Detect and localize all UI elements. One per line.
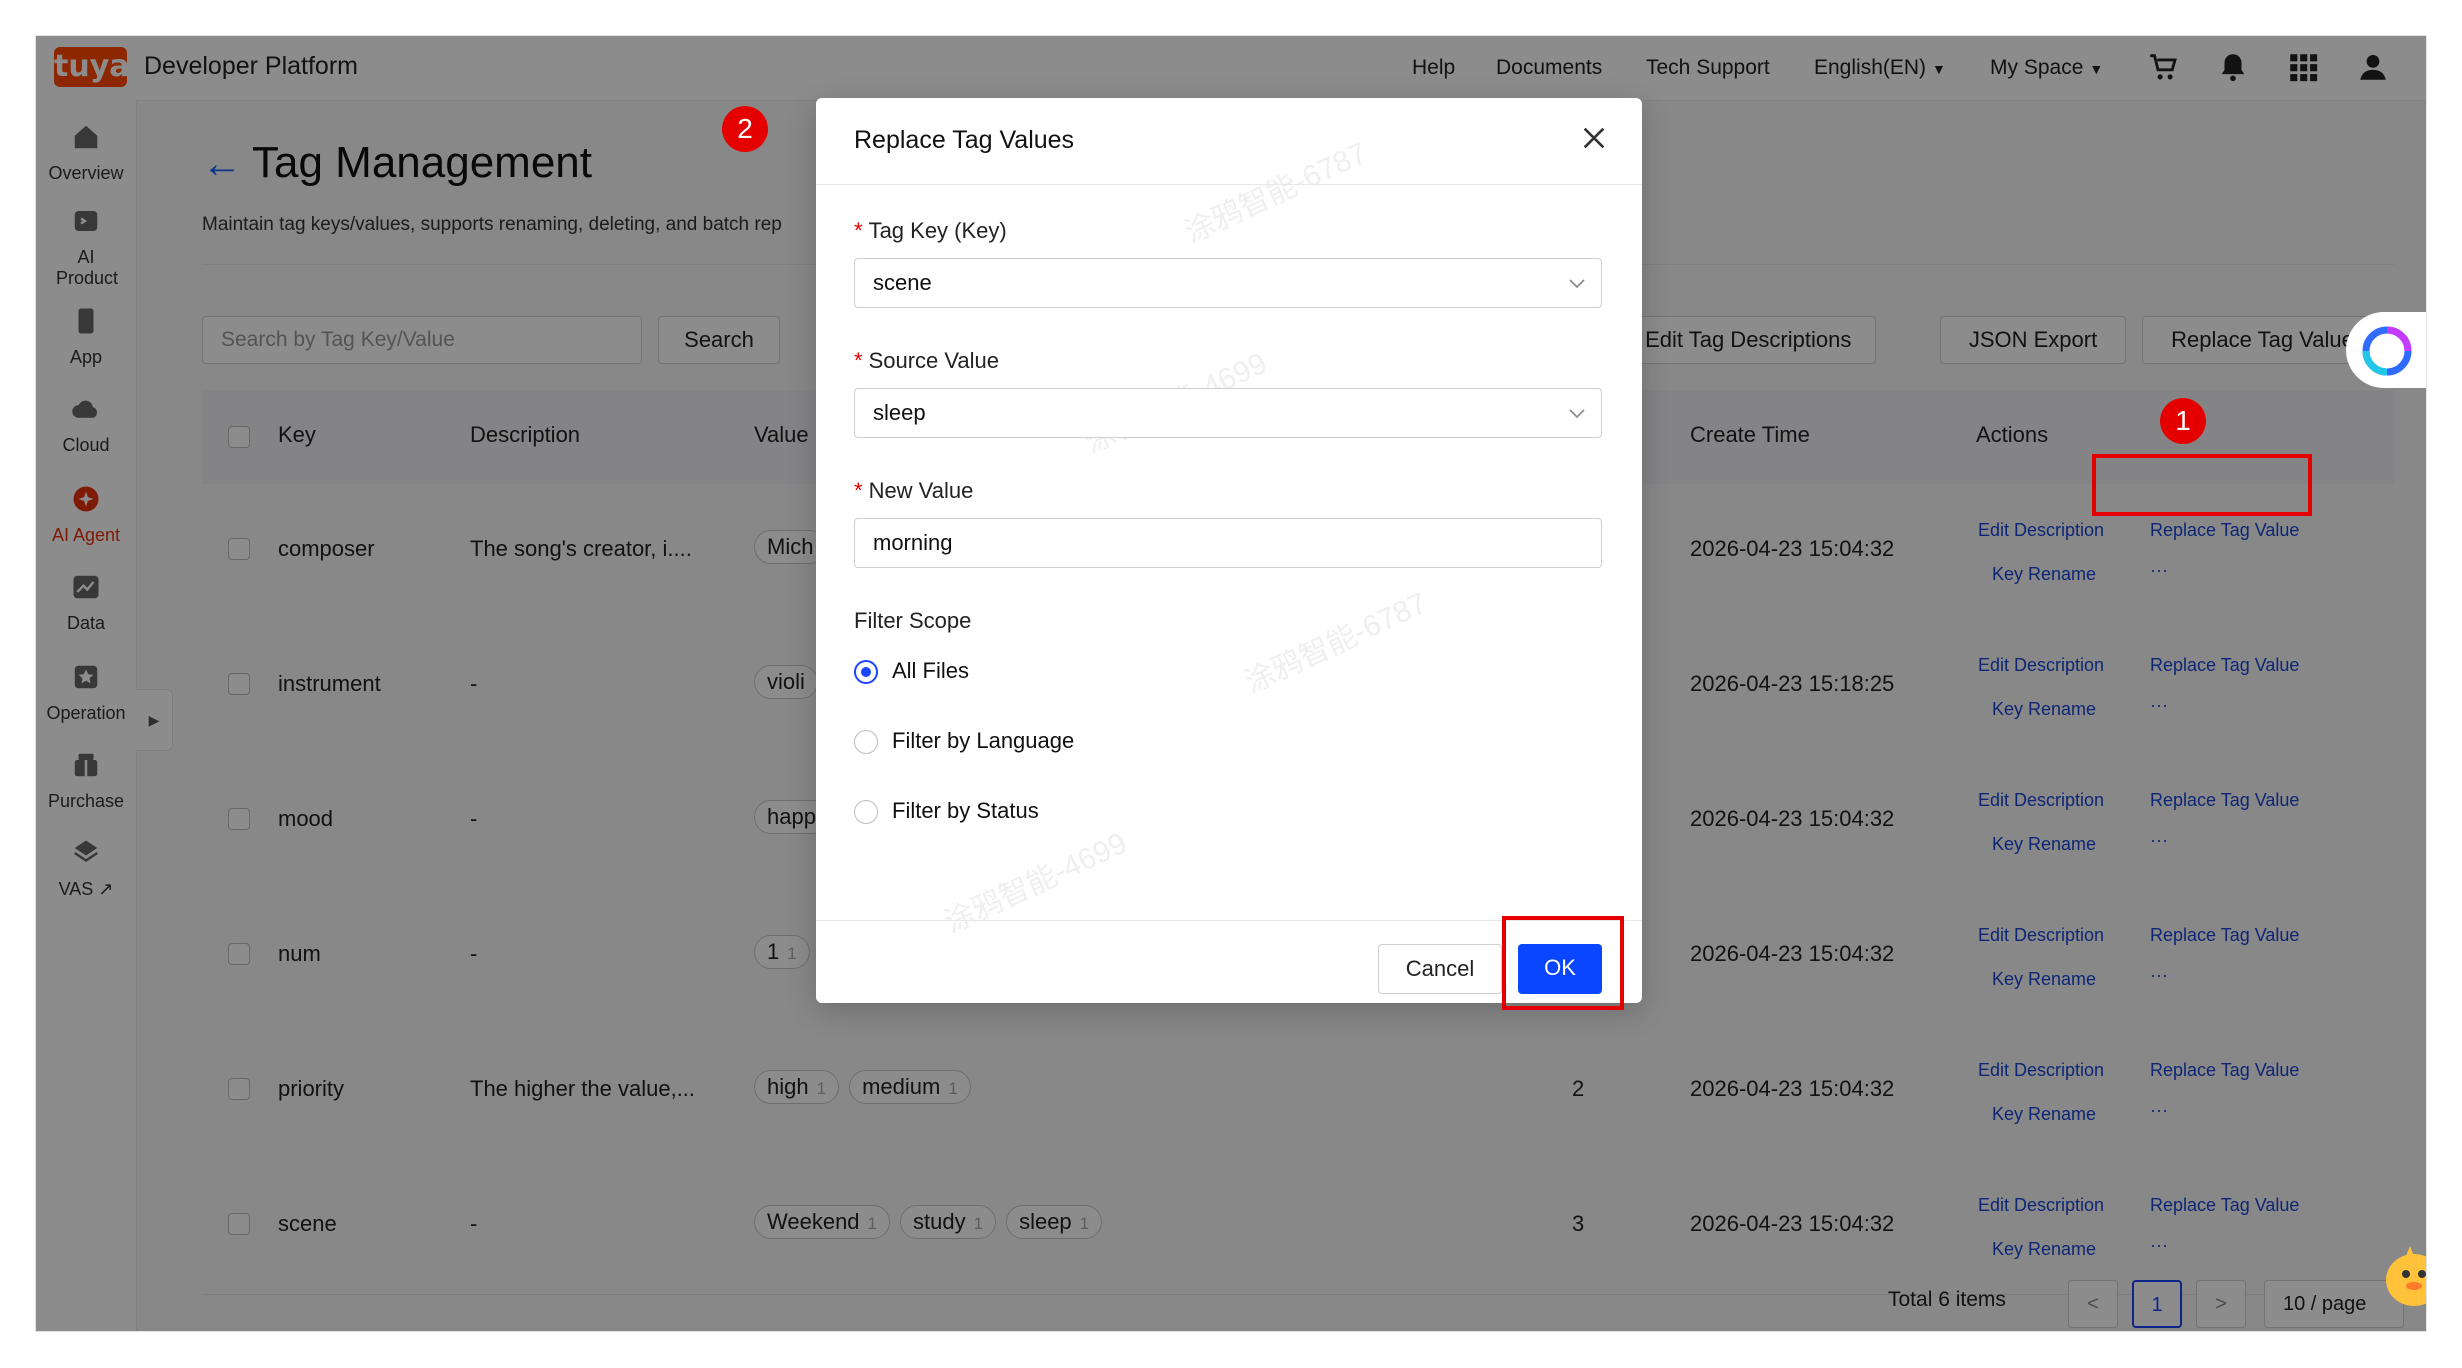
radio-all-files[interactable] xyxy=(854,660,878,684)
radio-label-filter-by-language[interactable]: Filter by Language xyxy=(892,728,1074,754)
tag-key-select[interactable]: scene xyxy=(854,258,1602,308)
source-value-select[interactable]: sleep xyxy=(854,388,1602,438)
replace-tag-values-dialog: 涂鸦智能-6787 涂鸦智能-4699 涂鸦智能-6787 涂鸦智能-4699 … xyxy=(816,98,1642,1003)
new-value-label: * New Value xyxy=(854,478,974,503)
annotation-box-ok xyxy=(1502,916,1624,1010)
radio-label-all-files[interactable]: All Files xyxy=(892,658,969,684)
assistant-logo-icon xyxy=(2362,326,2412,376)
required-marker: * xyxy=(854,348,863,373)
required-marker: * xyxy=(854,478,863,503)
tag-key-label: * Tag Key (Key) xyxy=(854,218,1007,243)
required-marker: * xyxy=(854,218,863,243)
source-value-label: * Source Value xyxy=(854,348,1000,373)
close-icon[interactable] xyxy=(1578,122,1610,154)
app-window: tuya Developer Platform Help Documents T… xyxy=(36,36,2426,1331)
tag-key-value: scene xyxy=(873,270,932,295)
radio-label-filter-by-status[interactable]: Filter by Status xyxy=(892,798,1039,824)
cancel-button[interactable]: Cancel xyxy=(1378,944,1502,994)
dialog-title: Replace Tag Values xyxy=(854,126,1075,154)
filter-scope-label: Filter Scope xyxy=(854,608,972,633)
ai-assistant-launcher[interactable] xyxy=(2346,312,2426,388)
chevron-down-icon xyxy=(1569,409,1585,419)
annotation-badge-1: 1 xyxy=(2160,398,2206,444)
chevron-down-icon xyxy=(1569,279,1585,289)
divider xyxy=(816,184,1642,185)
annotation-badge-2: 2 xyxy=(722,106,768,152)
mascot-icon[interactable] xyxy=(2376,1230,2426,1310)
radio-filter-by-status[interactable] xyxy=(854,800,878,824)
annotation-box-replace-tag-value xyxy=(2092,454,2312,516)
radio-filter-by-language[interactable] xyxy=(854,730,878,754)
new-value-input[interactable]: morning xyxy=(854,518,1602,568)
source-value: sleep xyxy=(873,400,926,425)
